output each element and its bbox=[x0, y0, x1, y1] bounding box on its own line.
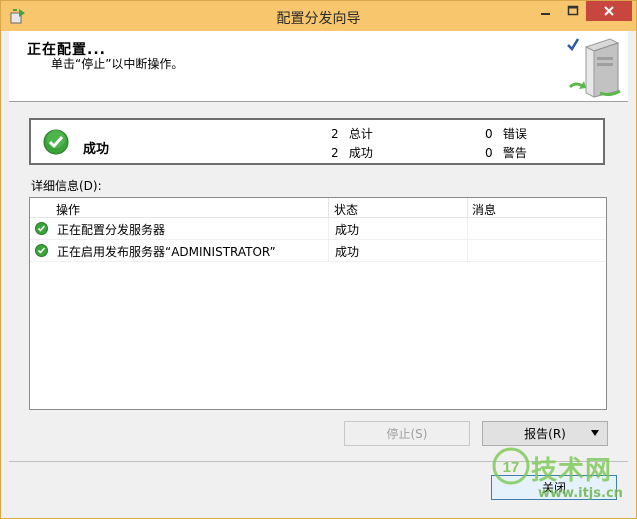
row-divider bbox=[328, 218, 329, 239]
details-label: 详细信息(D): bbox=[31, 179, 102, 193]
error-label: 错误 bbox=[502, 127, 527, 141]
details-list[interactable]: 操作 状态 消息 正在配置分发服务器 成功 正在启用发布服务器“ADMINIST… bbox=[29, 197, 607, 410]
table-row[interactable]: 正在配置分发服务器 成功 bbox=[30, 218, 606, 240]
row-status: 成功 bbox=[335, 223, 360, 237]
server-configure-icon bbox=[567, 38, 621, 98]
status-summary: 成功 2 总计 2 成功 0 错误 0 警告 bbox=[29, 118, 605, 165]
success-stat: 2 成功 bbox=[331, 144, 373, 161]
row-divider bbox=[467, 240, 468, 261]
wizard-window: 配置分发向导 正在配置... 单击“停止”以中断操作。 成功 2 总计 2 成功… bbox=[0, 0, 637, 519]
row-status: 成功 bbox=[335, 245, 360, 259]
status-label: 成功 bbox=[83, 142, 110, 157]
warning-stat: 0 警告 bbox=[485, 144, 527, 161]
maximize-button[interactable] bbox=[560, 1, 586, 21]
column-divider[interactable] bbox=[467, 198, 468, 217]
warning-count: 0 bbox=[485, 146, 493, 160]
success-count: 2 bbox=[331, 146, 339, 160]
wizard-header: 正在配置... 单击“停止”以中断操作。 bbox=[9, 31, 628, 102]
row-divider bbox=[467, 218, 468, 239]
minimize-button[interactable] bbox=[532, 1, 560, 21]
close-button[interactable]: 关闭 bbox=[491, 475, 617, 500]
success-icon bbox=[43, 129, 69, 155]
wizard-body: 成功 2 总计 2 成功 0 错误 0 警告 详细信息(D): 操作 状态 消息… bbox=[9, 102, 628, 462]
report-button-label: 报告(R) bbox=[524, 427, 566, 441]
column-header-action[interactable]: 操作 bbox=[56, 201, 80, 218]
close-window-button[interactable] bbox=[586, 1, 632, 21]
minimize-icon bbox=[541, 13, 550, 15]
total-count: 2 bbox=[331, 127, 339, 141]
list-header: 操作 状态 消息 bbox=[30, 198, 606, 218]
table-row[interactable]: 正在启用发布服务器“ADMINISTRATOR” 成功 bbox=[30, 240, 606, 262]
title-bar[interactable]: 配置分发向导 bbox=[1, 1, 636, 31]
column-divider[interactable] bbox=[328, 198, 329, 217]
success-icon bbox=[35, 222, 48, 235]
row-action: 正在启用发布服务器“ADMINISTRATOR” bbox=[57, 245, 276, 259]
maximize-icon bbox=[567, 5, 579, 16]
error-stat: 0 错误 bbox=[485, 125, 527, 142]
success-icon bbox=[35, 244, 48, 257]
chevron-down-icon[interactable] bbox=[590, 429, 600, 437]
total-stat: 2 总计 bbox=[331, 125, 373, 142]
close-icon bbox=[604, 6, 614, 16]
warning-label: 警告 bbox=[502, 146, 527, 160]
page-subtitle: 单击“停止”以中断操作。 bbox=[51, 57, 184, 71]
stop-button[interactable]: 停止(S) bbox=[344, 421, 470, 446]
report-button[interactable]: 报告(R) bbox=[482, 421, 608, 446]
row-divider bbox=[328, 240, 329, 261]
row-action: 正在配置分发服务器 bbox=[57, 223, 166, 237]
total-label: 总计 bbox=[348, 127, 373, 141]
success-label: 成功 bbox=[348, 146, 373, 160]
footer-divider bbox=[9, 461, 628, 462]
error-count: 0 bbox=[485, 127, 493, 141]
column-header-status[interactable]: 状态 bbox=[334, 201, 358, 218]
column-header-message[interactable]: 消息 bbox=[472, 201, 496, 218]
